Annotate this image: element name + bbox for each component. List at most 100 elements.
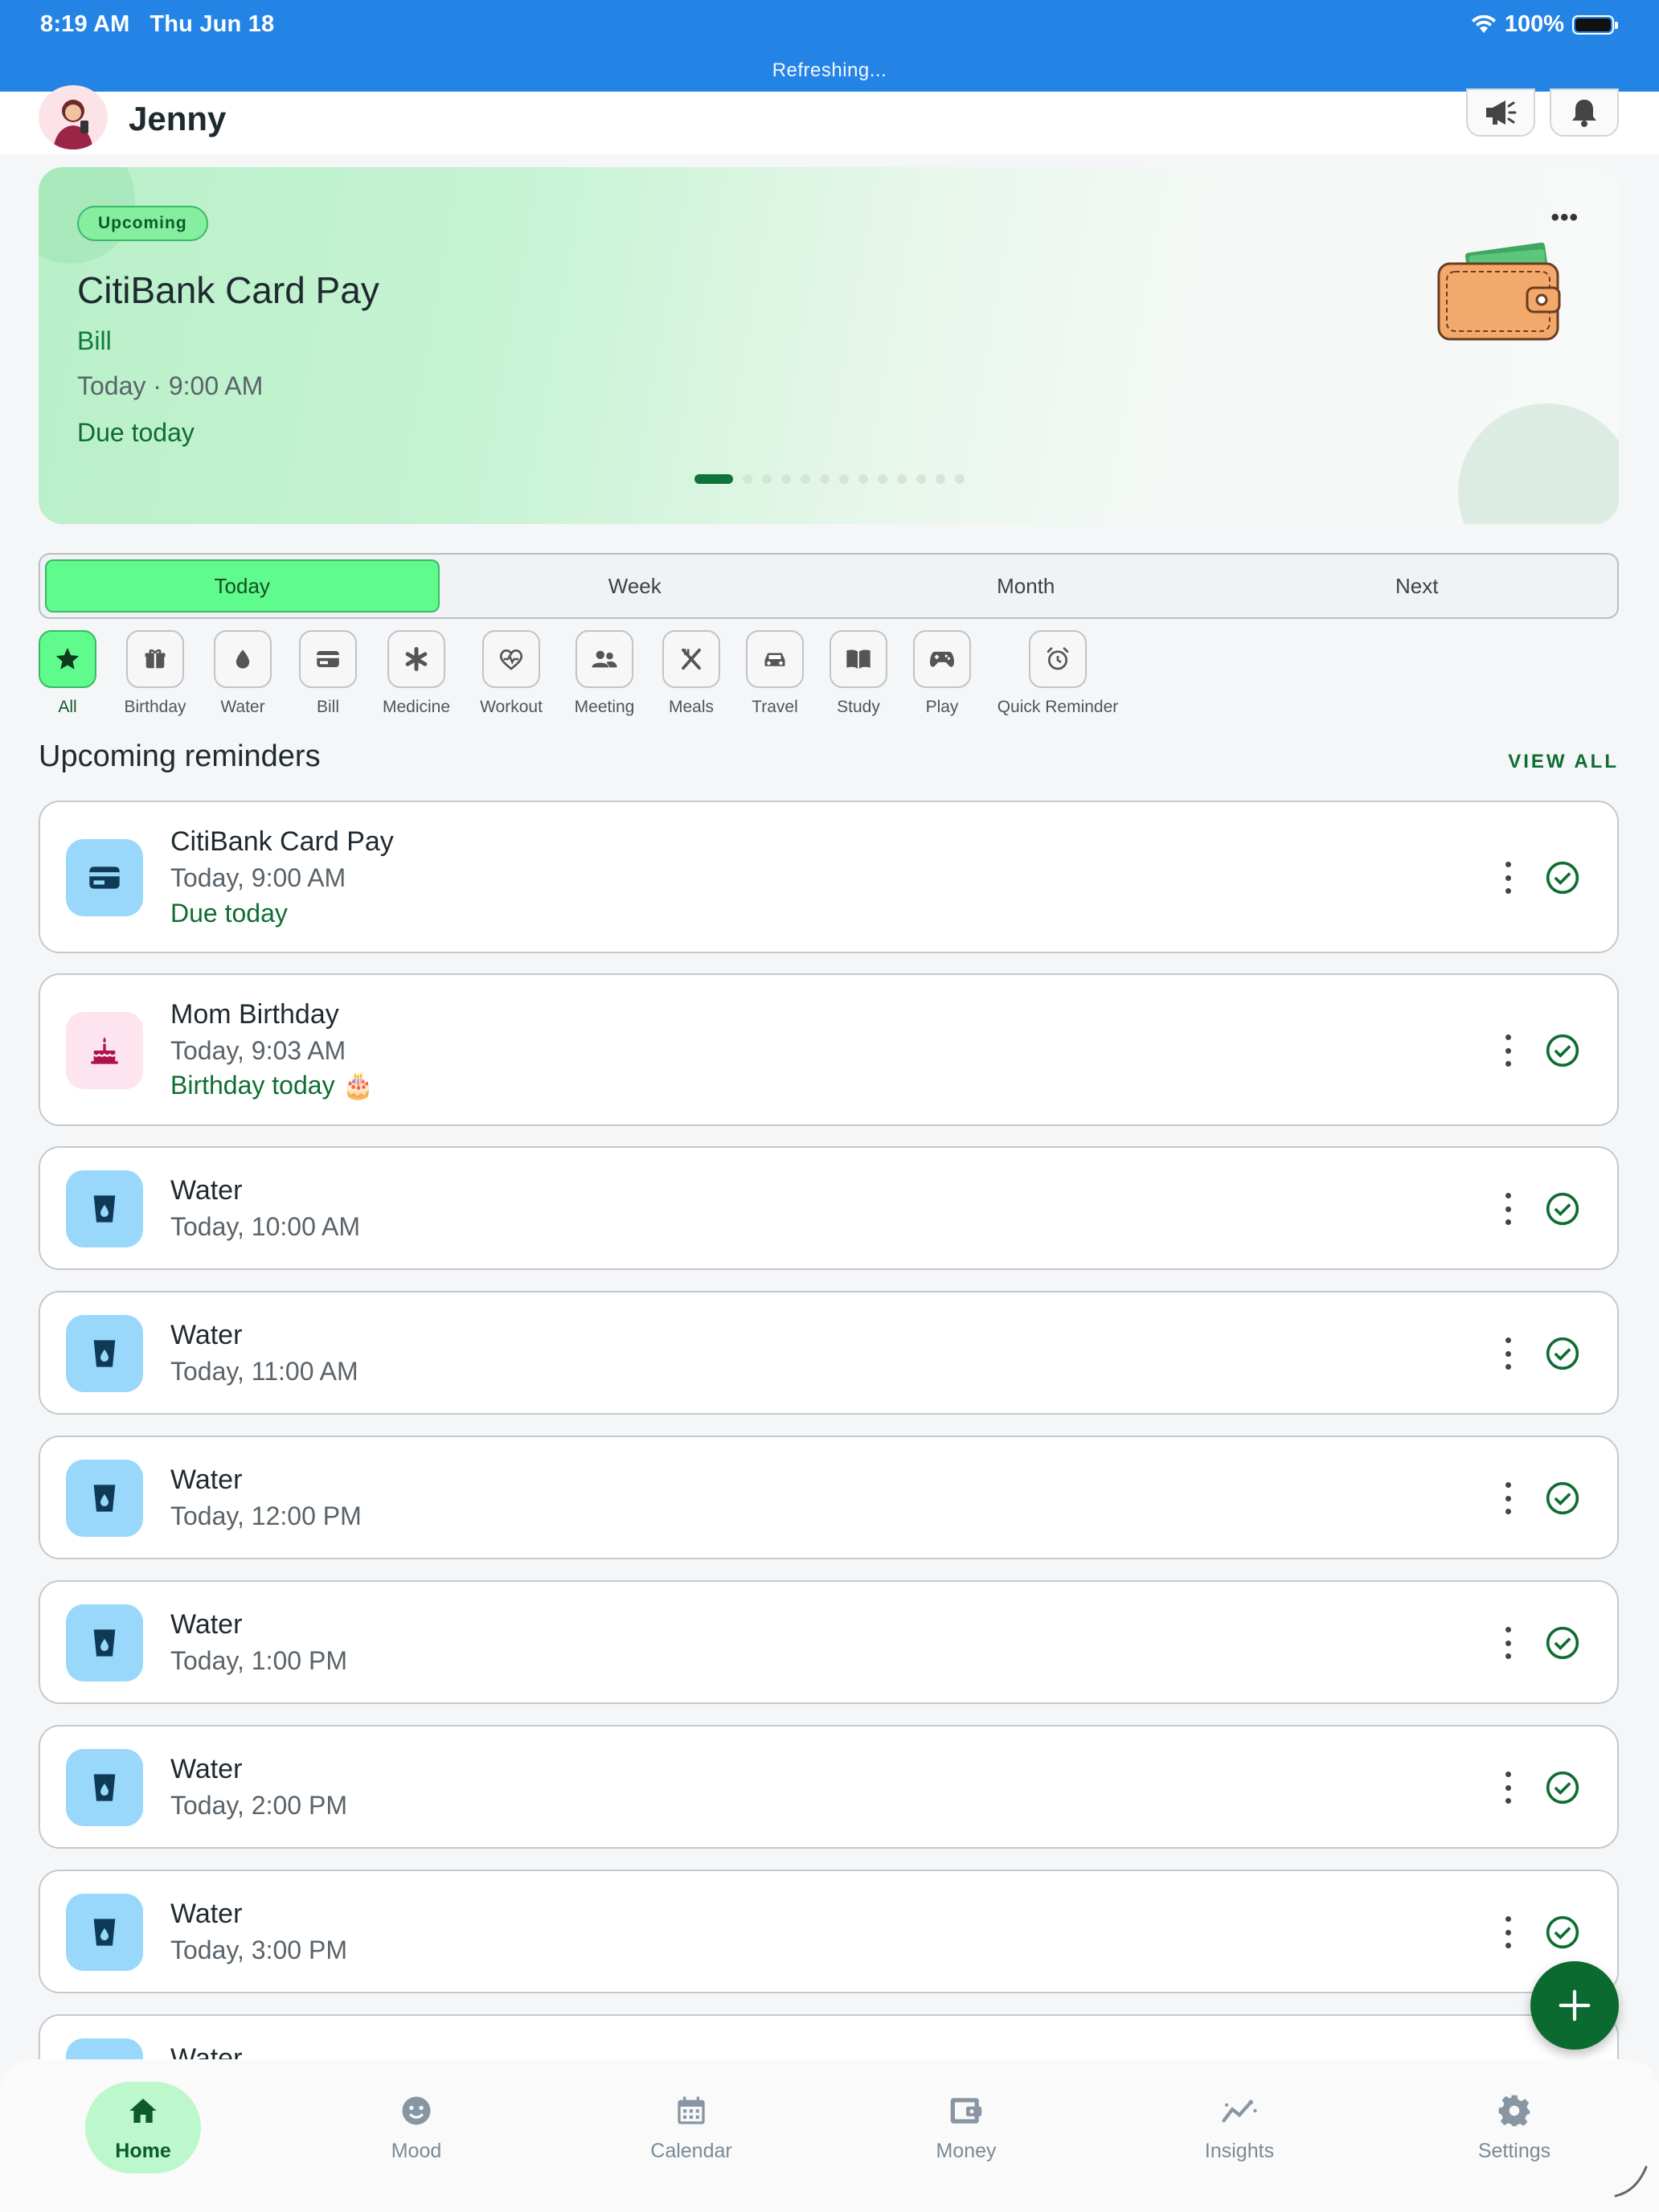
plus-icon	[1559, 1989, 1591, 2022]
more-vertical-icon[interactable]	[1500, 1772, 1516, 1804]
water-glass-icon	[93, 1919, 116, 1946]
reminder-status: Birthday today 🎂	[170, 1071, 375, 1100]
add-reminder-button[interactable]	[1530, 1961, 1619, 2050]
check-circle-icon[interactable]	[1545, 1770, 1580, 1805]
category-travel[interactable]: Travel	[746, 630, 804, 717]
tab-today[interactable]: Today	[45, 559, 440, 612]
category-water[interactable]: Water	[214, 630, 272, 717]
carousel-dot[interactable]	[955, 474, 965, 484]
nav-mood[interactable]: Mood	[336, 2059, 497, 2163]
carousel-dot-active[interactable]	[694, 474, 733, 484]
more-vertical-icon[interactable]	[1500, 1193, 1516, 1225]
carousel-dots[interactable]	[694, 474, 965, 484]
reminder-title: Water	[170, 1899, 243, 1929]
avatar[interactable]	[39, 85, 108, 150]
card-icon	[89, 866, 120, 889]
category-meals[interactable]: Meals	[662, 630, 720, 717]
status-clock: 8:19 AM	[40, 11, 130, 37]
carousel-dot[interactable]	[858, 474, 868, 484]
check-circle-icon[interactable]	[1545, 860, 1580, 895]
nav-settings[interactable]: Settings	[1434, 2059, 1595, 2163]
gamepad-icon	[930, 651, 954, 667]
reminder-card[interactable]: Mom Birthday Today, 9:03 AM Birthday tod…	[39, 973, 1619, 1126]
carousel-dot[interactable]	[820, 474, 830, 484]
more-vertical-icon[interactable]	[1500, 862, 1516, 894]
wallet-illustration	[1437, 242, 1561, 341]
carousel-dot[interactable]	[762, 474, 772, 484]
hero-title: CitiBank Card Pay	[77, 269, 379, 311]
reminder-icon	[66, 1894, 143, 1971]
view-all-link[interactable]: VIEW ALL	[1508, 751, 1619, 773]
category-bill[interactable]: Bill	[299, 630, 357, 717]
more-vertical-icon[interactable]	[1500, 1482, 1516, 1514]
reminder-time: Today, 9:03 AM	[170, 1036, 346, 1065]
reminder-title: Water	[170, 1754, 243, 1784]
reminder-card[interactable]: Water Today, 3:00 PM	[39, 1870, 1619, 1993]
bottom-navigation: Home Mood Calendar Money Insights Settin…	[0, 2059, 1659, 2212]
category-quick-reminder[interactable]: Quick Reminder	[995, 630, 1120, 717]
nav-label: Settings	[1477, 2140, 1551, 2162]
nav-calendar[interactable]: Calendar	[611, 2059, 772, 2163]
nav-home[interactable]: Home	[63, 2059, 223, 2163]
reminder-title: CitiBank Card Pay	[170, 826, 394, 857]
category-birthday[interactable]: Birthday	[119, 630, 191, 717]
refreshing-text: Refreshing...	[772, 59, 887, 81]
notifications-button[interactable]	[1550, 88, 1619, 137]
nav-insights[interactable]: Insights	[1159, 2059, 1320, 2163]
section-title: Upcoming reminders	[39, 739, 321, 773]
check-circle-icon[interactable]	[1545, 1915, 1580, 1950]
more-vertical-icon[interactable]	[1500, 1916, 1516, 1948]
carousel-dot[interactable]	[916, 474, 926, 484]
gift-icon	[145, 649, 166, 669]
water-glass-icon	[93, 1629, 116, 1657]
carousel-dot[interactable]	[839, 474, 849, 484]
more-vertical-icon[interactable]	[1500, 1627, 1516, 1659]
check-circle-icon[interactable]	[1545, 1191, 1580, 1227]
tab-week[interactable]: Week	[440, 559, 831, 612]
reminder-card[interactable]: Water Today, 2:00 PM	[39, 1725, 1619, 1849]
carousel-dot[interactable]	[878, 474, 887, 484]
tab-next[interactable]: Next	[1222, 559, 1613, 612]
category-play[interactable]: Play	[913, 630, 971, 717]
check-circle-icon[interactable]	[1545, 1033, 1580, 1068]
more-icon[interactable]: •••	[1550, 204, 1579, 231]
nav-money[interactable]: Money	[886, 2059, 1047, 2163]
reminder-card[interactable]: Water Today, 1:00 PM	[39, 1580, 1619, 1704]
carousel-dot[interactable]	[801, 474, 810, 484]
hero-category: Bill	[77, 326, 112, 355]
carousel-dot[interactable]	[743, 474, 752, 484]
nav-label: Money	[936, 2140, 997, 2162]
category-all[interactable]: All	[39, 630, 96, 717]
card-icon	[317, 651, 339, 667]
category-meeting[interactable]: Meeting	[571, 630, 638, 717]
tab-month[interactable]: Month	[830, 559, 1222, 612]
reminder-icon	[66, 1170, 143, 1247]
check-circle-icon[interactable]	[1545, 1481, 1580, 1516]
reminder-title: Water	[170, 1464, 243, 1495]
carousel-dot[interactable]	[897, 474, 907, 484]
reminder-card[interactable]: Water Today, 12:00 PM	[39, 1436, 1619, 1559]
more-vertical-icon[interactable]	[1500, 1337, 1516, 1370]
category-medicine[interactable]: Medicine	[378, 630, 455, 717]
check-circle-icon[interactable]	[1545, 1336, 1580, 1371]
people-icon	[592, 650, 617, 668]
category-study[interactable]: Study	[830, 630, 887, 717]
status-bar: 8:19 AM Thu Jun 18 100% Refreshing...	[0, 0, 1659, 92]
category-workout[interactable]: Workout	[477, 630, 545, 717]
reminder-card[interactable]: Water Today, 11:00 AM	[39, 1291, 1619, 1415]
more-vertical-icon[interactable]	[1500, 1034, 1516, 1067]
gear-icon	[1498, 2095, 1530, 2127]
reminder-card[interactable]: CitiBank Card Pay Today, 9:00 AM Due tod…	[39, 801, 1619, 953]
announcement-button[interactable]	[1466, 88, 1535, 137]
check-circle-icon[interactable]	[1545, 1625, 1580, 1661]
reminder-card[interactable]: Water Today, 10:00 AM	[39, 1146, 1619, 1270]
upcoming-hero-card[interactable]: Upcoming CitiBank Card Pay Bill Today · …	[39, 167, 1619, 524]
car-icon	[764, 653, 785, 666]
cake-icon	[91, 1037, 118, 1064]
carousel-dot[interactable]	[936, 474, 945, 484]
reminder-time: Today, 3:00 PM	[170, 1936, 347, 1964]
category-label: Bill	[316, 698, 339, 716]
star-icon	[55, 647, 80, 670]
reminder-title: Water	[170, 1320, 243, 1350]
carousel-dot[interactable]	[781, 474, 791, 484]
